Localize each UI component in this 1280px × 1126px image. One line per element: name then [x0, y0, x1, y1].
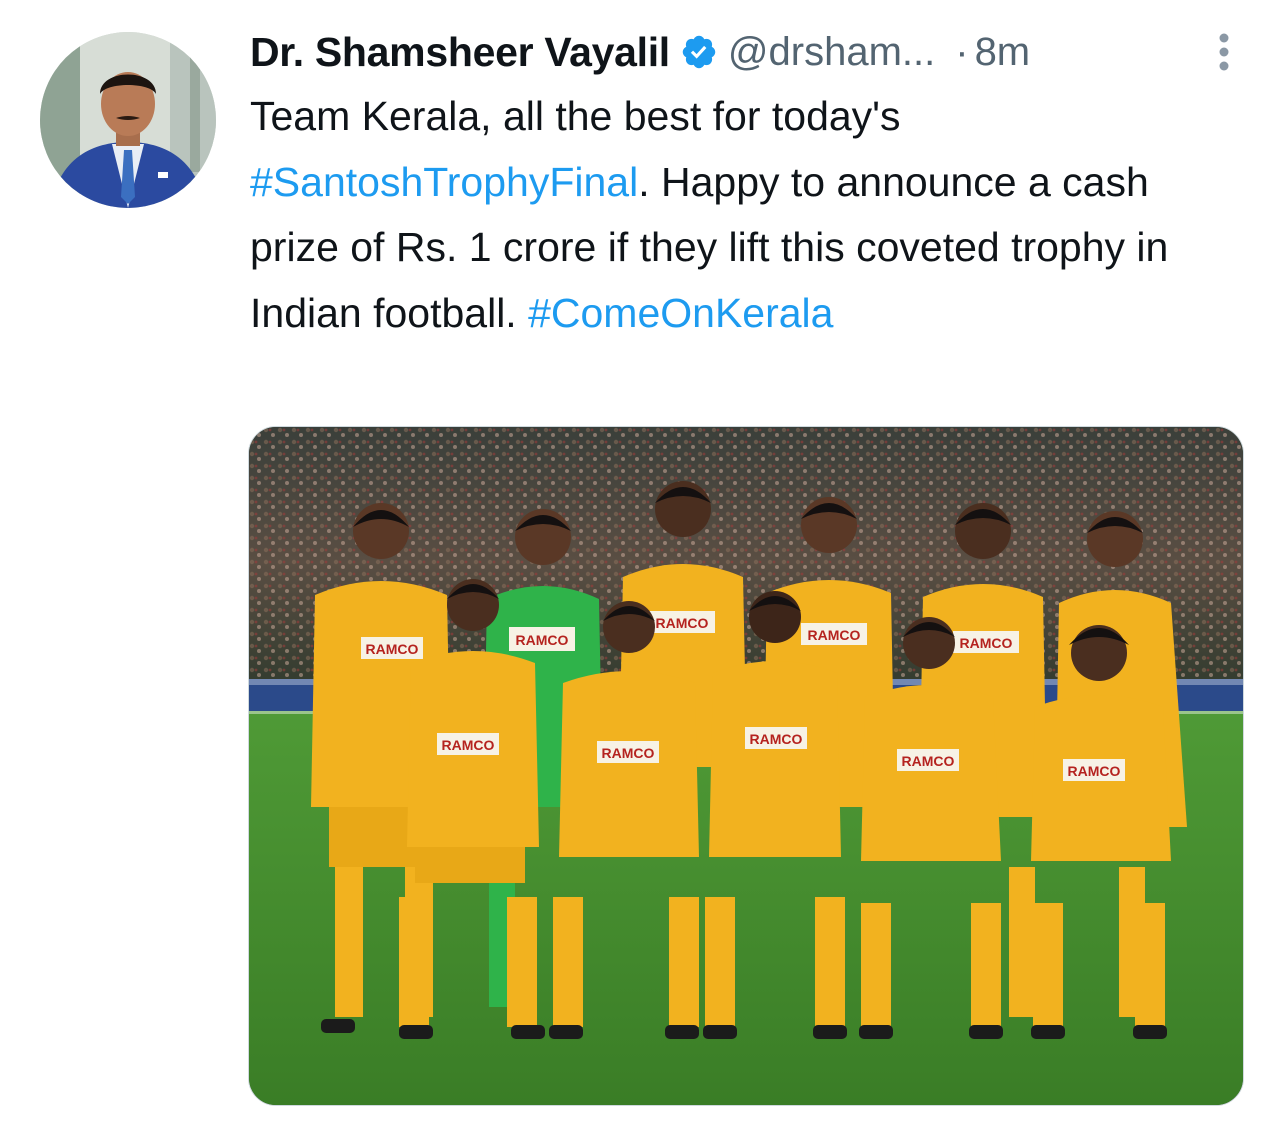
author-display-name[interactable]: Dr. Shamsheer Vayalil — [250, 29, 670, 76]
tweet-header: Dr. Shamsheer Vayalil @drsham... · 8m — [250, 24, 1240, 80]
svg-text:RAMCO: RAMCO — [1068, 763, 1121, 779]
author-avatar[interactable] — [40, 32, 216, 208]
svg-text:RAMCO: RAMCO — [442, 737, 495, 753]
svg-text:RAMCO: RAMCO — [808, 627, 861, 643]
svg-text:RAMCO: RAMCO — [902, 753, 955, 769]
verified-badge-icon — [680, 33, 718, 71]
tweet-text: Team Kerala, all the best for today's #S… — [250, 84, 1240, 346]
svg-text:RAMCO: RAMCO — [656, 615, 709, 631]
svg-text:RAMCO: RAMCO — [750, 731, 803, 747]
hashtag-santosh-trophy-final[interactable]: #SantoshTrophyFinal — [250, 159, 638, 205]
separator-dot: · — [955, 29, 969, 74]
svg-text:RAMCO: RAMCO — [516, 632, 569, 648]
hashtag-come-on-kerala[interactable]: #ComeOnKerala — [528, 290, 833, 336]
team-photo: RAMCO RAMCO RAMCO RAMCO RAMCO RAMCO RAMC… — [249, 427, 1243, 1105]
svg-text:RAMCO: RAMCO — [602, 745, 655, 761]
avatar-image — [40, 32, 216, 208]
tweet-timestamp[interactable]: 8m — [975, 30, 1031, 75]
svg-text:RAMCO: RAMCO — [366, 641, 419, 657]
more-vertical-icon[interactable] — [1214, 30, 1234, 74]
author-handle[interactable]: @drsham... — [728, 30, 935, 75]
tweet-media-photo[interactable]: RAMCO RAMCO RAMCO RAMCO RAMCO RAMCO RAMC… — [248, 426, 1244, 1106]
svg-text:RAMCO: RAMCO — [960, 635, 1013, 651]
tweet-text-part: Team Kerala, all the best for today's — [250, 93, 901, 139]
